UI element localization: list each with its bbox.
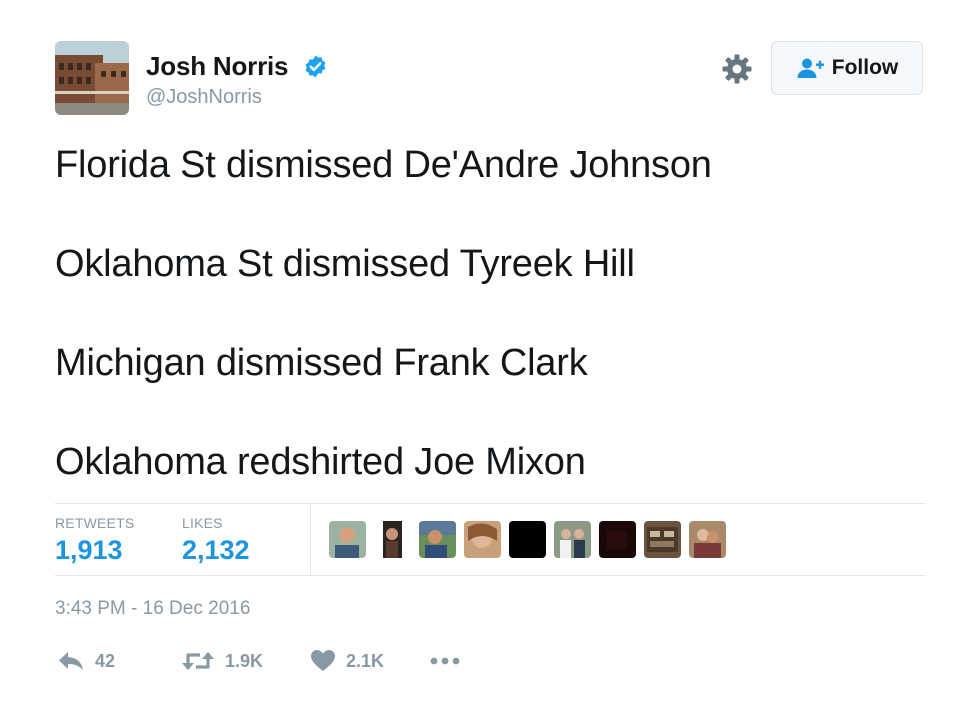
retweets-label: RETWEETS	[55, 515, 135, 531]
likes-count[interactable]: 2,132	[182, 535, 250, 566]
liker-avatar[interactable]	[689, 521, 726, 558]
user-handle[interactable]: @JoshNorris	[146, 86, 262, 109]
liker-avatar[interactable]	[599, 521, 636, 558]
liker-avatar[interactable]	[419, 521, 456, 558]
tweet-text-line: Oklahoma St dismissed Tyreek Hill	[55, 243, 635, 285]
liker-avatar[interactable]	[554, 521, 591, 558]
reply-action[interactable]: 42	[57, 645, 115, 677]
verified-badge-icon	[303, 54, 328, 79]
like-count: 2.1K	[346, 650, 385, 671]
stats-top-divider	[55, 503, 925, 504]
retweet-icon	[181, 649, 215, 673]
liker-avatar[interactable]	[374, 521, 411, 558]
tweet-text-line: Michigan dismissed Frank Clark	[55, 342, 588, 384]
retweet-count: 1.9K	[225, 650, 264, 671]
liker-avatar[interactable]	[329, 521, 366, 558]
reply-icon	[57, 649, 85, 673]
stats-bottom-divider	[55, 575, 925, 576]
more-action[interactable]	[430, 645, 460, 677]
likes-label: LIKES	[182, 515, 223, 531]
display-name[interactable]: Josh Norris	[146, 51, 288, 81]
retweet-action[interactable]: 1.9K	[181, 645, 263, 677]
tweet-text-line: Florida St dismissed De'Andre Johnson	[55, 144, 712, 186]
heart-icon	[310, 649, 336, 673]
follow-button[interactable]: Follow	[771, 41, 923, 95]
liker-avatar[interactable]	[464, 521, 501, 558]
gear-icon[interactable]	[721, 53, 753, 85]
liker-avatar[interactable]	[509, 521, 546, 558]
tweet-text-line: Oklahoma redshirted Joe Mixon	[55, 441, 586, 483]
tweet-timestamp[interactable]: 3:43 PM - 16 Dec 2016	[55, 598, 250, 620]
liker-avatar[interactable]	[644, 521, 681, 558]
retweets-count[interactable]: 1,913	[55, 535, 123, 566]
like-action[interactable]: 2.1K	[310, 645, 384, 677]
follow-person-icon	[796, 57, 826, 79]
follow-button-label: Follow	[831, 56, 899, 79]
stats-vertical-divider	[310, 504, 311, 575]
profile-avatar[interactable]	[55, 41, 129, 115]
more-icon	[430, 656, 460, 666]
reply-count: 42	[95, 650, 116, 671]
